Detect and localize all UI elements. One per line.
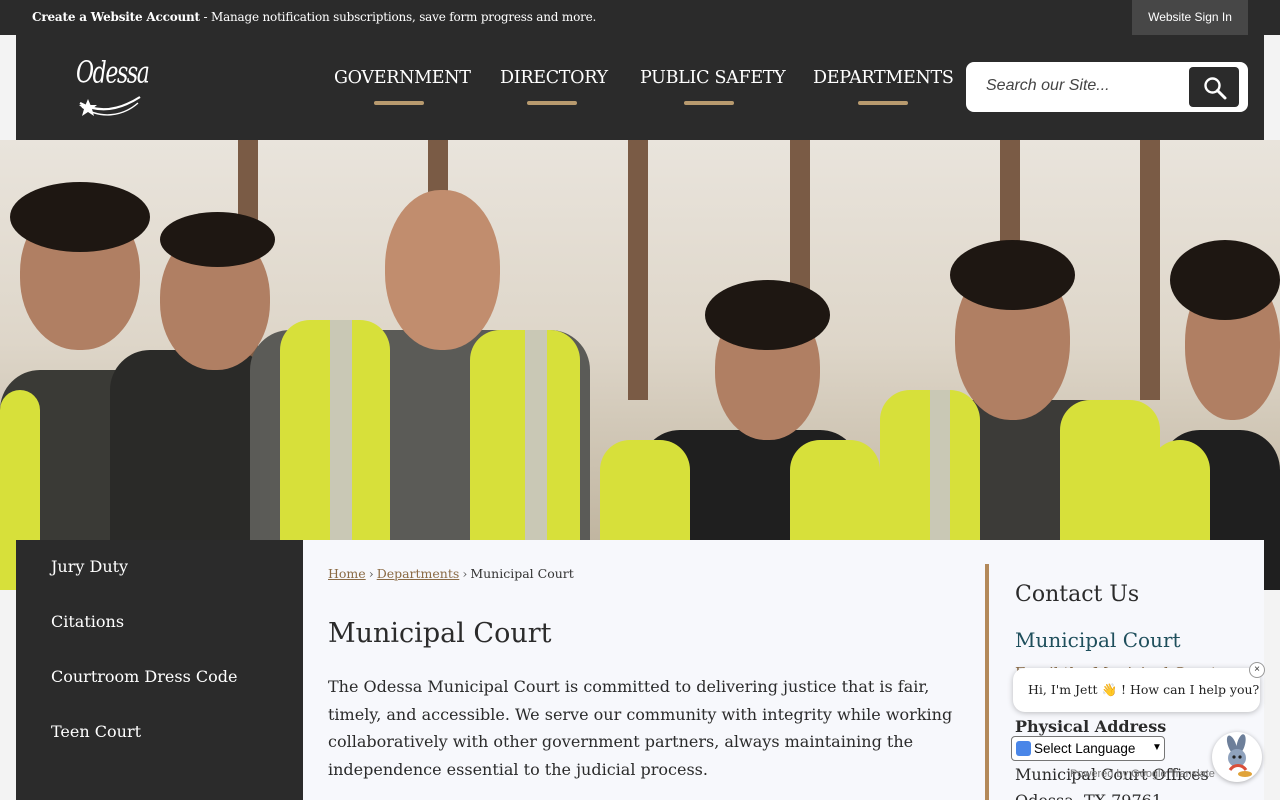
logo-wordmark: Odessa <box>76 57 150 91</box>
chatbot-launcher[interactable] <box>1212 732 1262 782</box>
person-3-head <box>385 190 500 350</box>
sidebar-item-citations[interactable]: Citations <box>51 612 124 631</box>
hero-photo <box>0 140 1280 590</box>
physical-address-heading: Physical Address <box>1015 717 1167 736</box>
account-description: - Manage notification subscriptions, sav… <box>199 10 597 24</box>
intro-paragraph: The Odessa Municipal Court is committed … <box>328 677 953 779</box>
nav-public-safety[interactable]: PUBLIC SAFETY <box>640 68 786 105</box>
site-search: Search our Site... <box>966 62 1248 112</box>
jackrabbit-mascot-icon <box>1226 734 1252 777</box>
odessa-logo[interactable]: Odessa <box>76 53 150 127</box>
nav-departments-underline <box>858 101 908 105</box>
breadcrumb-separator: › <box>462 566 468 581</box>
nav-public-safety-underline <box>684 101 734 105</box>
google-translate-icon <box>1016 741 1031 756</box>
logo-star-swoosh-icon <box>79 96 141 116</box>
contact-heading: Contact Us <box>1015 582 1140 607</box>
contact-department-link[interactable]: Municipal Court <box>1015 628 1181 652</box>
chatbot-message: Hi, I'm Jett 👋 ! How can I help you? <box>1028 682 1260 697</box>
breadcrumb-departments[interactable]: Departments <box>377 566 460 581</box>
nav-departments-label: DEPARTMENTS <box>813 68 954 88</box>
nav-government-underline <box>374 101 424 105</box>
nav-departments[interactable]: DEPARTMENTS <box>813 68 954 105</box>
account-bar: Create a Website Account - Manage notifi… <box>0 0 1280 35</box>
person-2-hair <box>160 212 275 267</box>
person-6-hair <box>1170 240 1280 320</box>
breadcrumb-current: Municipal Court <box>470 566 574 581</box>
close-icon[interactable]: × <box>1249 662 1265 678</box>
breadcrumb-separator: › <box>368 566 374 581</box>
search-input[interactable]: Search our Site... <box>986 77 1110 95</box>
account-message: Create a Website Account - Manage notifi… <box>32 10 596 24</box>
chatbot-greeting[interactable]: Hi, I'm Jett 👋 ! How can I help you? × <box>1013 662 1265 712</box>
create-account-link[interactable]: Create a Website Account <box>32 10 200 24</box>
language-select-label: Select Language <box>1034 741 1136 756</box>
breadcrumb: Home › Departments › Municipal Court <box>328 566 574 581</box>
sidebar-nav: Jury Duty Citations Courtroom Dress Code… <box>16 540 303 800</box>
language-select[interactable]: Select Language ▼ <box>1011 736 1165 761</box>
sign-in-button[interactable]: Website Sign In <box>1132 0 1248 35</box>
background-post <box>628 140 648 400</box>
person-1-hair <box>10 182 150 252</box>
nav-directory-underline <box>527 101 577 105</box>
sidebar-item-jury-duty[interactable]: Jury Duty <box>51 557 128 576</box>
breadcrumb-home[interactable]: Home <box>328 566 366 581</box>
nav-government-label: GOVERNMENT <box>334 68 471 88</box>
page-title: Municipal Court <box>328 618 552 649</box>
nav-directory[interactable]: DIRECTORY <box>500 68 608 105</box>
site-header: Odessa GOVERNMENT DIRECTORY PUBLIC SAFET… <box>16 35 1264 140</box>
search-button[interactable] <box>1189 67 1239 107</box>
person-4-hair <box>705 280 830 350</box>
nav-government[interactable]: GOVERNMENT <box>334 68 471 105</box>
sidebar-item-courtroom-dress-code[interactable]: Courtroom Dress Code <box>51 667 237 686</box>
address-line-2: Odessa, TX 79761 <box>1015 791 1162 800</box>
chevron-down-icon: ▼ <box>1152 742 1162 753</box>
background-post <box>1140 140 1160 400</box>
search-icon <box>1204 77 1227 100</box>
nav-public-safety-label: PUBLIC SAFETY <box>640 68 786 88</box>
powered-by-translate[interactable]: Powered by Google Translate <box>1070 768 1215 780</box>
sidebar-item-teen-court[interactable]: Teen Court <box>51 722 141 741</box>
person-5-hair <box>950 240 1075 310</box>
nav-directory-label: DIRECTORY <box>500 68 608 88</box>
